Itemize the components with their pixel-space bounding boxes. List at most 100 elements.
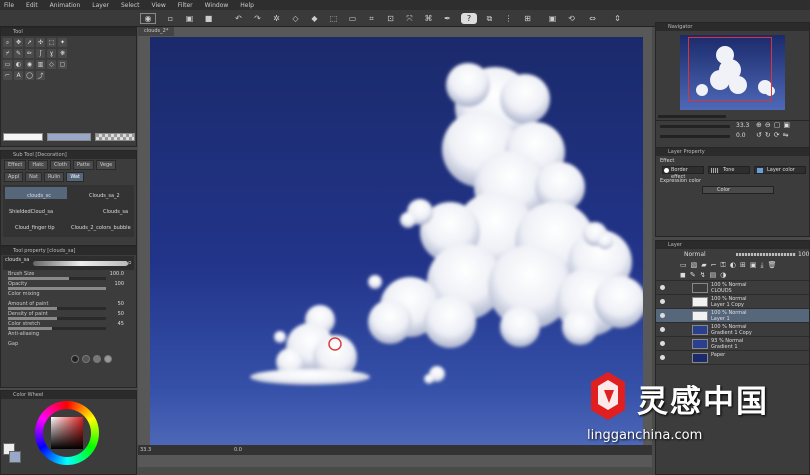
gradient-tool-icon[interactable]: ▥ [36, 60, 45, 69]
layer-row[interactable]: 100 % Normal Gradient 1 Copy [656, 323, 809, 337]
brush-tool-icon[interactable]: ʃ [36, 49, 45, 58]
zoom-tool-icon[interactable]: ⌕ [3, 38, 12, 47]
invert-selection-icon[interactable]: ⊡ [385, 13, 396, 24]
crop-icon[interactable]: ⌗ [366, 13, 377, 24]
fit-icon[interactable]: ▢ [774, 121, 781, 129]
new-raster-layer-icon[interactable]: ▭ [680, 261, 687, 270]
brush-item-clouds-sa[interactable]: Clouds_sa [71, 203, 133, 215]
visibility-eye-icon[interactable] [660, 299, 665, 304]
decoration-tool-icon[interactable]: ❋ [58, 49, 67, 58]
subtool-tab-vegetation[interactable]: Vege [95, 160, 117, 170]
draft-layer-icon[interactable]: ✎ [690, 271, 696, 279]
transparent-color-swatch[interactable] [95, 133, 135, 141]
property-value[interactable]: 100 [114, 281, 124, 287]
zoom-readout[interactable]: 33.3 [140, 447, 151, 453]
menu-layer[interactable]: Layer [92, 2, 109, 9]
move-tool-icon[interactable]: ✥ [14, 38, 23, 47]
brush-item-cloud-finger[interactable]: Cloud_finger tip [5, 219, 67, 231]
view-rect[interactable] [688, 37, 772, 101]
layer-row[interactable]: 100 % Normal Layer 1 Copy [656, 295, 809, 309]
airbrush-tool-icon[interactable]: ɣ [47, 49, 56, 58]
layer-color-button[interactable]: Layer color [754, 166, 806, 174]
help-icon[interactable]: ? [461, 13, 477, 24]
gradient-map-icon[interactable]: ▤ [710, 271, 717, 279]
tool-tab[interactable]: Tool [13, 29, 23, 35]
subtool-tab-effect[interactable]: Effect [4, 160, 27, 170]
layer-opacity-slider[interactable] [736, 253, 796, 256]
grid-icon[interactable]: ⊞ [522, 13, 533, 24]
selection-tool-icon[interactable]: ⬚ [47, 38, 56, 47]
transfer-icon[interactable]: ↯ [700, 271, 706, 279]
rotate-bar[interactable] [660, 135, 730, 138]
deselect-icon[interactable]: ▭ [347, 13, 358, 24]
clip-icon[interactable]: ⧉ [484, 13, 495, 24]
frame-icon[interactable]: ▣ [547, 13, 558, 24]
blend-mode-select[interactable]: Normal [684, 251, 706, 258]
ruler-layer-icon[interactable]: ⊞ [740, 261, 746, 270]
visibility-eye-icon[interactable] [660, 341, 665, 346]
layer-row[interactable]: Paper [656, 351, 809, 365]
operation-tool-icon[interactable]: ➚ [25, 38, 34, 47]
ruler-tool-icon[interactable]: ⌐ [3, 71, 12, 80]
new-file-icon[interactable]: ▫ [165, 13, 176, 24]
frame-tool-icon[interactable]: ▢ [58, 60, 67, 69]
layer-row[interactable]: 93 % Normal Gradient 1 [656, 337, 809, 351]
pen-icon[interactable]: ✒ [442, 13, 453, 24]
property-slider[interactable] [8, 327, 106, 330]
actual-size-icon[interactable]: ▣ [783, 121, 790, 129]
ruler-icon[interactable]: ⋮ [503, 13, 514, 24]
transform-icon[interactable]: ⬚ [328, 13, 339, 24]
menu-select[interactable]: Select [121, 2, 140, 9]
flip-horizontal-icon[interactable]: ⇔ [587, 13, 598, 24]
rotate-icon[interactable]: ⟲ [566, 13, 577, 24]
pencil-tool-icon[interactable]: ✏ [25, 49, 34, 58]
property-value[interactable]: 50 [118, 301, 124, 307]
auto-select-icon[interactable]: ✦ [58, 38, 67, 47]
property-value[interactable]: 50 [118, 311, 124, 317]
property-slider[interactable] [8, 307, 106, 310]
aa-medium-icon[interactable] [93, 355, 101, 363]
property-slider[interactable] [8, 287, 106, 290]
flip-icon[interactable]: ⇋ [783, 131, 789, 139]
save-icon[interactable]: ■ [203, 13, 214, 24]
clear-outside-icon[interactable]: ◇ [290, 13, 301, 24]
blend-icon[interactable]: ◑ [720, 271, 726, 279]
merge-down-icon[interactable]: ⤓ [760, 261, 763, 270]
redo-icon[interactable]: ↷ [252, 13, 263, 24]
subtool-tab-pattern[interactable]: Patte [73, 160, 94, 170]
zoom-out-icon[interactable]: ⊖ [765, 121, 771, 129]
main-color-swatch[interactable] [3, 133, 43, 141]
rotate-right-icon[interactable]: ↻ [765, 131, 771, 139]
tone-button[interactable]: Tone [708, 166, 750, 174]
brush-item-shielded-cloud[interactable]: ShieldedCloud_sa [5, 203, 67, 215]
fill-tool-icon[interactable]: ◉ [25, 60, 34, 69]
snap-ruler-icon[interactable]: ⤧ [404, 13, 415, 24]
visibility-eye-icon[interactable] [660, 355, 665, 360]
nav-zoom-value[interactable]: 33.3 [736, 122, 749, 129]
sub-color-swatch[interactable] [47, 133, 91, 141]
saturation-square[interactable] [51, 417, 83, 449]
menu-help[interactable]: Help [240, 2, 254, 9]
pen-tool-icon[interactable]: ✎ [14, 49, 23, 58]
eyedropper-icon[interactable]: ⌿ [3, 49, 12, 58]
aa-weak-icon[interactable] [82, 355, 90, 363]
blend-tool-icon[interactable]: ◐ [14, 60, 23, 69]
figure-tool-icon[interactable]: ◇ [47, 60, 56, 69]
zoom-in-icon[interactable]: ⊕ [756, 121, 762, 129]
subtool-tab-ruling[interactable]: Rulin [43, 172, 65, 182]
brush-item-clouds-2-colors[interactable]: Clouds_2_colors_bubble [71, 219, 133, 231]
reset-rotate-icon[interactable]: ⟳ [774, 131, 780, 139]
reference-icon[interactable]: ▣ [750, 261, 757, 270]
search-icon[interactable]: ⌕ [128, 258, 132, 268]
clear-icon[interactable]: ✲ [271, 13, 282, 24]
open-file-icon[interactable]: ▣ [184, 13, 195, 24]
hue-ring[interactable] [35, 401, 99, 465]
layer-row[interactable]: 100 % Normal Layer 1 [656, 309, 809, 323]
new-vector-layer-icon[interactable]: ▧ [691, 261, 698, 270]
drawing-canvas[interactable] [150, 37, 643, 449]
zoom-bar[interactable] [660, 125, 730, 128]
aa-none-icon[interactable] [71, 355, 79, 363]
property-value[interactable]: 45 [118, 321, 124, 327]
zoom-slider[interactable] [658, 115, 726, 118]
view-icon[interactable]: ◉ [140, 13, 156, 24]
